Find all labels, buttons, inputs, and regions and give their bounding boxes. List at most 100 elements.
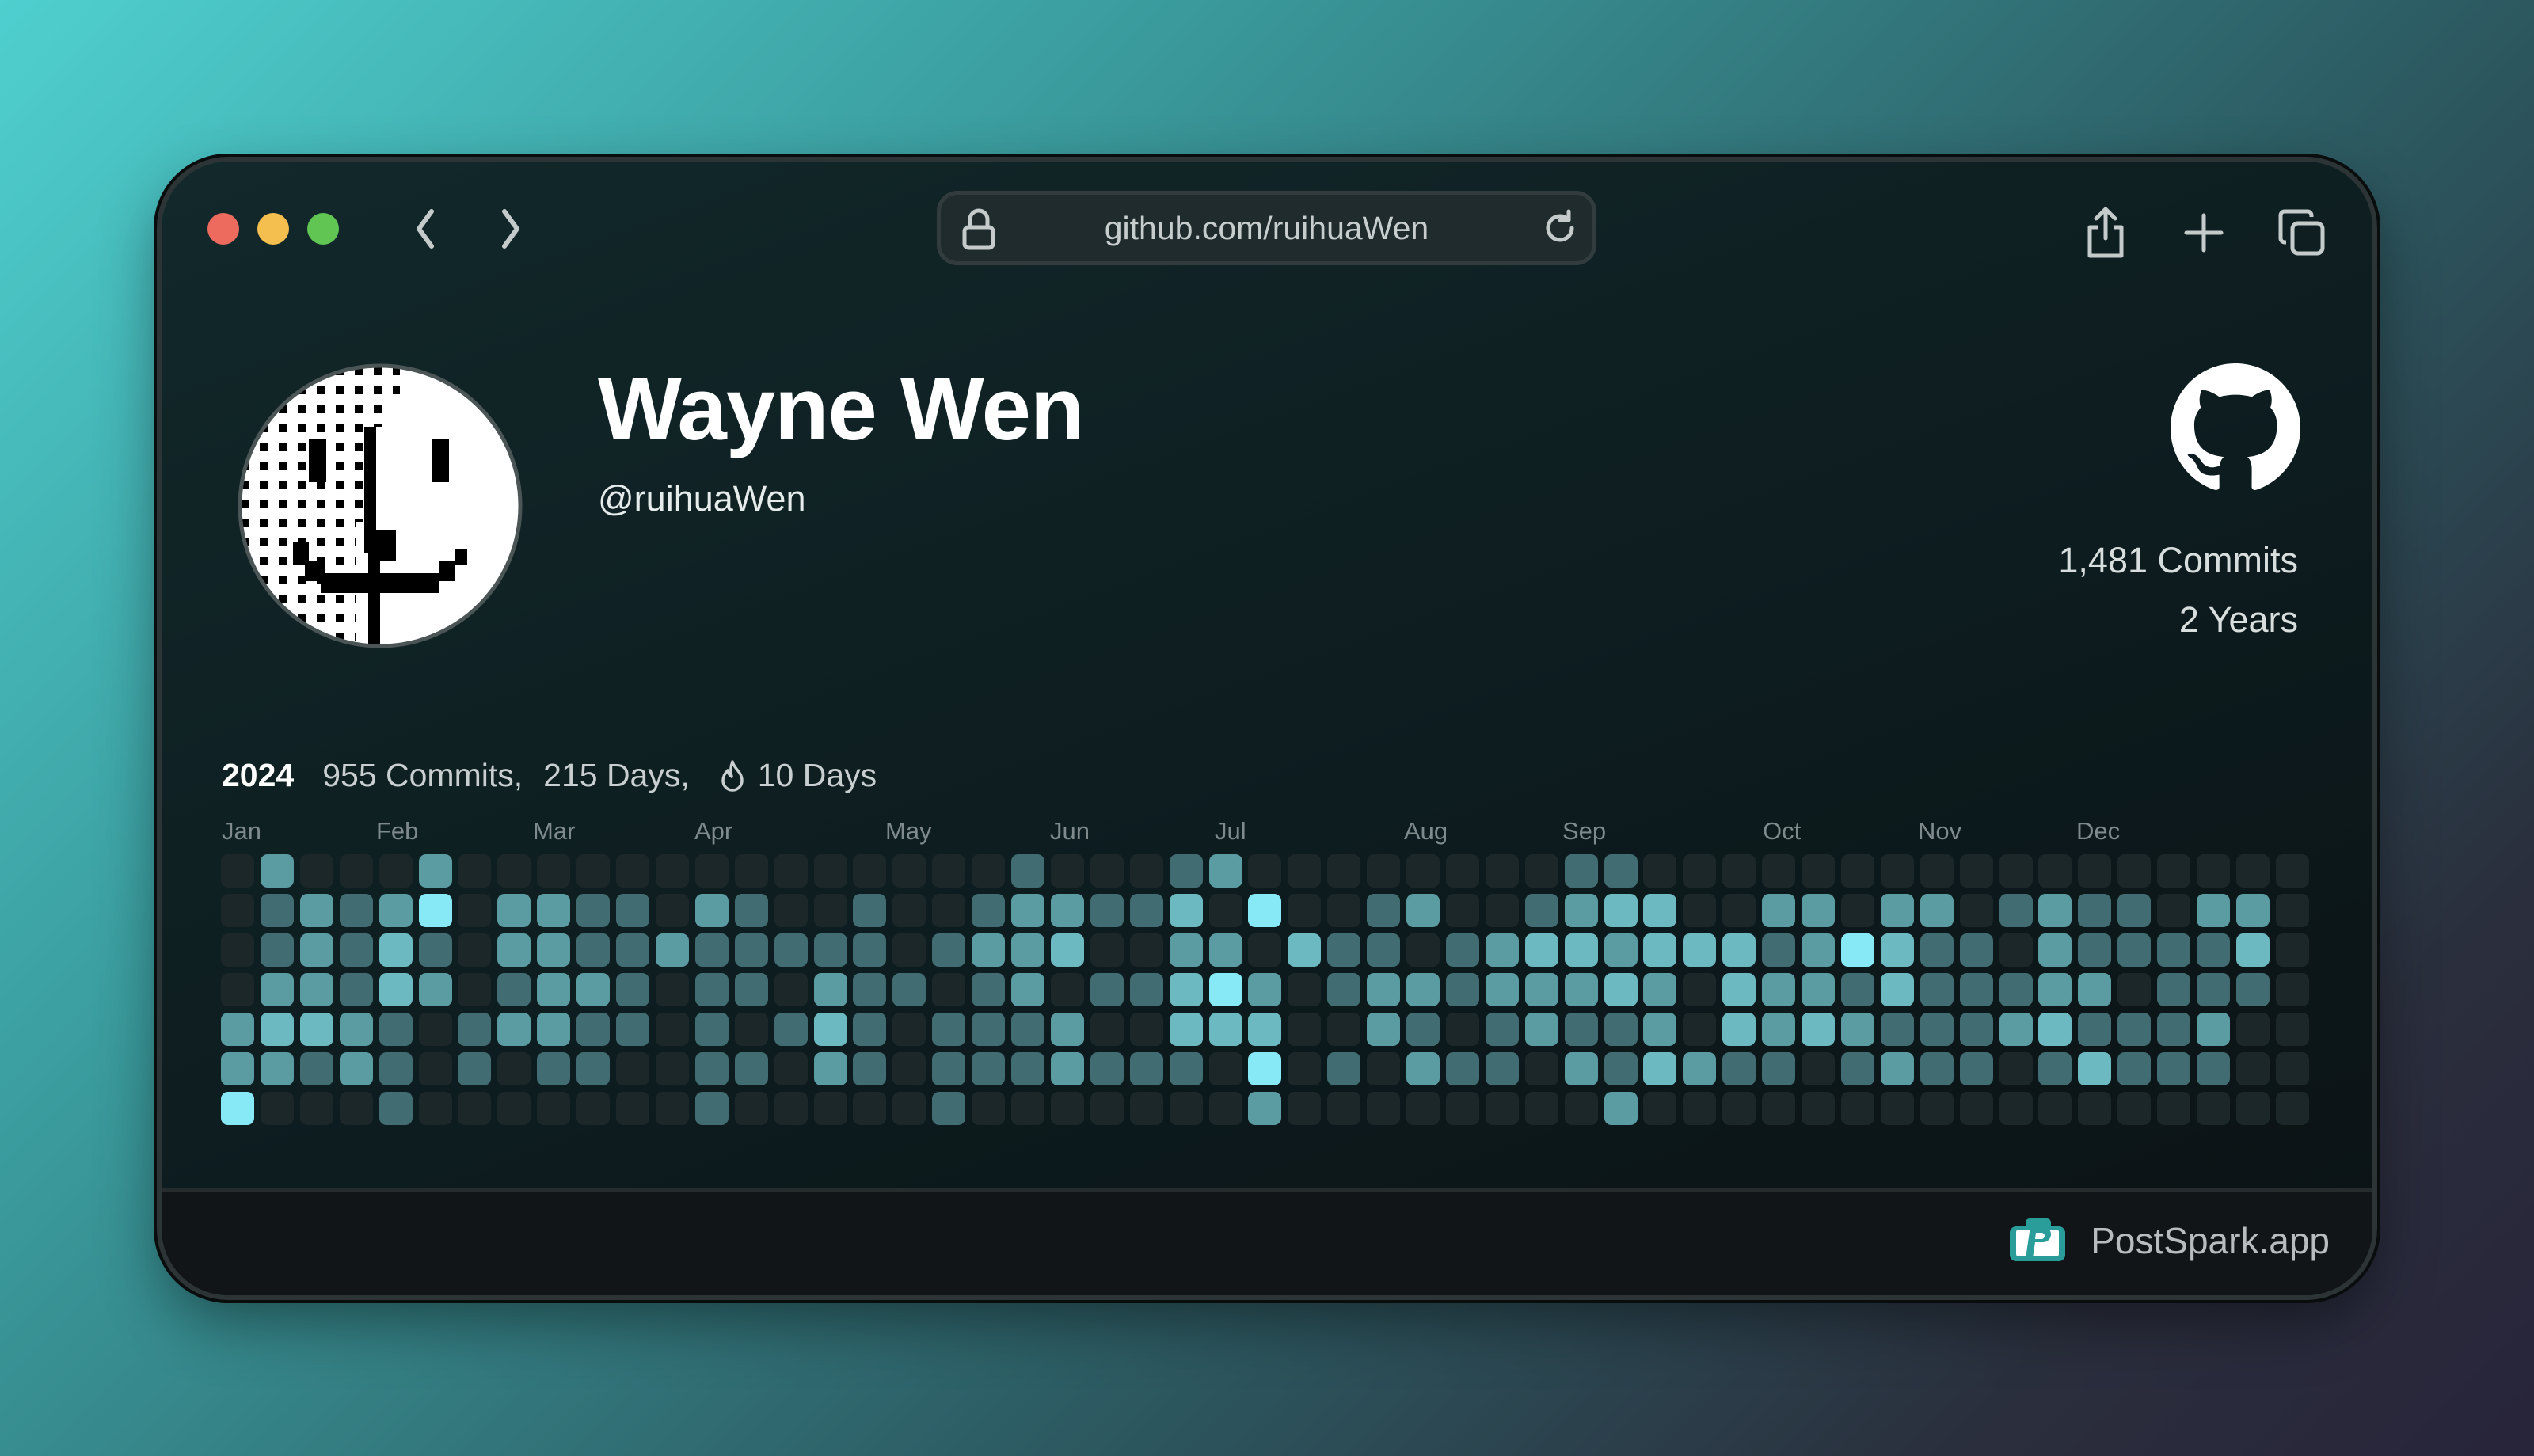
contribution-day-cell[interactable] bbox=[1090, 973, 1124, 1006]
contribution-day-cell[interactable] bbox=[379, 894, 413, 927]
contribution-day-cell[interactable] bbox=[1406, 894, 1440, 927]
contribution-day-cell[interactable] bbox=[1683, 973, 1717, 1006]
contribution-day-cell[interactable] bbox=[1208, 854, 1242, 888]
contribution-day-cell[interactable] bbox=[1524, 933, 1558, 967]
contribution-day-cell[interactable] bbox=[2078, 1052, 2112, 1085]
back-button[interactable] bbox=[398, 201, 453, 257]
contribution-day-cell[interactable] bbox=[1011, 1092, 1044, 1125]
contribution-day-cell[interactable] bbox=[2117, 973, 2152, 1006]
contribution-day-cell[interactable] bbox=[418, 933, 452, 967]
contribution-day-cell[interactable] bbox=[1327, 1092, 1361, 1125]
contribution-day-cell[interactable] bbox=[1840, 1092, 1874, 1125]
contribution-day-cell[interactable] bbox=[1129, 933, 1163, 967]
contribution-day-cell[interactable] bbox=[972, 973, 1006, 1006]
contribution-day-cell[interactable] bbox=[1129, 1052, 1163, 1085]
contribution-day-cell[interactable] bbox=[813, 1013, 847, 1046]
contribution-day-cell[interactable] bbox=[655, 1013, 689, 1046]
contribution-day-cell[interactable] bbox=[1959, 1092, 1993, 1125]
contribution-day-cell[interactable] bbox=[813, 894, 847, 927]
contribution-day-cell[interactable] bbox=[2197, 973, 2230, 1006]
contribution-day-cell[interactable] bbox=[655, 1092, 689, 1125]
contribution-day-cell[interactable] bbox=[1880, 854, 1914, 888]
contribution-day-cell[interactable] bbox=[497, 933, 531, 967]
contribution-day-cell[interactable] bbox=[576, 973, 611, 1006]
contribution-day-cell[interactable] bbox=[1762, 1013, 1796, 1046]
contribution-day-cell[interactable] bbox=[221, 854, 254, 888]
contribution-day-cell[interactable] bbox=[418, 854, 452, 888]
contribution-day-cell[interactable] bbox=[260, 973, 294, 1006]
contribution-day-cell[interactable] bbox=[1129, 854, 1163, 888]
contribution-day-cell[interactable] bbox=[1445, 894, 1479, 927]
contribution-day-cell[interactable] bbox=[221, 973, 254, 1006]
contribution-day-cell[interactable] bbox=[260, 894, 294, 927]
contribution-day-cell[interactable] bbox=[1169, 1092, 1203, 1125]
contribution-day-cell[interactable] bbox=[2038, 1092, 2072, 1125]
contribution-day-cell[interactable] bbox=[458, 854, 492, 888]
contribution-day-cell[interactable] bbox=[1880, 894, 1914, 927]
contribution-day-cell[interactable] bbox=[734, 933, 768, 967]
contribution-day-cell[interactable] bbox=[655, 854, 689, 888]
contribution-day-cell[interactable] bbox=[2275, 1092, 2309, 1125]
contribution-day-cell[interactable] bbox=[853, 894, 887, 927]
contribution-day-cell[interactable] bbox=[1050, 933, 1084, 967]
contribution-day-cell[interactable] bbox=[1683, 1013, 1717, 1046]
contribution-day-cell[interactable] bbox=[497, 1092, 531, 1125]
contribution-day-cell[interactable] bbox=[1920, 973, 1954, 1006]
contribution-day-cell[interactable] bbox=[1090, 854, 1124, 888]
contribution-day-cell[interactable] bbox=[694, 973, 729, 1006]
contribution-day-cell[interactable] bbox=[1248, 1013, 1282, 1046]
contribution-day-cell[interactable] bbox=[1683, 1052, 1717, 1085]
contribution-day-cell[interactable] bbox=[1999, 1052, 2033, 1085]
contribution-day-cell[interactable] bbox=[221, 933, 254, 967]
contribution-day-cell[interactable] bbox=[1367, 1013, 1401, 1046]
contribution-day-cell[interactable] bbox=[1999, 933, 2033, 967]
contribution-day-cell[interactable] bbox=[2235, 1013, 2270, 1046]
reload-icon[interactable] bbox=[1540, 208, 1580, 248]
contribution-day-cell[interactable] bbox=[734, 854, 768, 888]
contribution-day-cell[interactable] bbox=[1840, 933, 1874, 967]
contribution-day-cell[interactable] bbox=[2235, 973, 2270, 1006]
contribution-day-cell[interactable] bbox=[1880, 973, 1914, 1006]
contribution-day-cell[interactable] bbox=[1604, 854, 1638, 888]
contribution-day-cell[interactable] bbox=[1327, 933, 1361, 967]
contribution-day-cell[interactable] bbox=[2078, 973, 2112, 1006]
contribution-day-cell[interactable] bbox=[339, 933, 373, 967]
contribution-day-cell[interactable] bbox=[1327, 854, 1361, 888]
contribution-day-cell[interactable] bbox=[1050, 894, 1084, 927]
contribution-day-cell[interactable] bbox=[2197, 1092, 2230, 1125]
contribution-day-cell[interactable] bbox=[2078, 894, 2112, 927]
contribution-day-cell[interactable] bbox=[932, 1013, 966, 1046]
contribution-day-cell[interactable] bbox=[694, 1013, 729, 1046]
contribution-day-cell[interactable] bbox=[1050, 1013, 1084, 1046]
contribution-day-cell[interactable] bbox=[537, 1092, 571, 1125]
contribution-day-cell[interactable] bbox=[2078, 1013, 2112, 1046]
contribution-day-cell[interactable] bbox=[1802, 894, 1835, 927]
contribution-day-cell[interactable] bbox=[221, 894, 254, 927]
contribution-day-cell[interactable] bbox=[1683, 933, 1717, 967]
address-bar[interactable]: github.com/ruihuaWen bbox=[937, 191, 1596, 265]
contribution-day-cell[interactable] bbox=[537, 933, 571, 967]
contribution-day-cell[interactable] bbox=[774, 933, 808, 967]
contribution-day-cell[interactable] bbox=[260, 933, 294, 967]
contribution-day-cell[interactable] bbox=[2038, 894, 2072, 927]
contribution-day-cell[interactable] bbox=[892, 1013, 926, 1046]
contribution-day-cell[interactable] bbox=[1129, 1092, 1163, 1125]
contribution-day-cell[interactable] bbox=[418, 1052, 452, 1085]
contribution-day-cell[interactable] bbox=[655, 973, 689, 1006]
contribution-day-cell[interactable] bbox=[1564, 1052, 1598, 1085]
contribution-day-cell[interactable] bbox=[339, 894, 373, 927]
contribution-day-cell[interactable] bbox=[497, 894, 531, 927]
contribution-day-cell[interactable] bbox=[1445, 1013, 1479, 1046]
contribution-day-cell[interactable] bbox=[2235, 894, 2270, 927]
contribution-day-cell[interactable] bbox=[1288, 1052, 1322, 1085]
contribution-day-cell[interactable] bbox=[1840, 1013, 1874, 1046]
contribution-day-cell[interactable] bbox=[655, 894, 689, 927]
contribution-day-cell[interactable] bbox=[1050, 973, 1084, 1006]
contribution-day-cell[interactable] bbox=[1762, 1092, 1796, 1125]
contribution-day-cell[interactable] bbox=[2078, 1092, 2112, 1125]
new-tab-button[interactable] bbox=[2172, 201, 2235, 264]
contribution-day-cell[interactable] bbox=[1169, 894, 1203, 927]
contribution-day-cell[interactable] bbox=[1406, 933, 1440, 967]
contribution-day-cell[interactable] bbox=[2117, 1013, 2152, 1046]
contribution-day-cell[interactable] bbox=[1722, 973, 1756, 1006]
